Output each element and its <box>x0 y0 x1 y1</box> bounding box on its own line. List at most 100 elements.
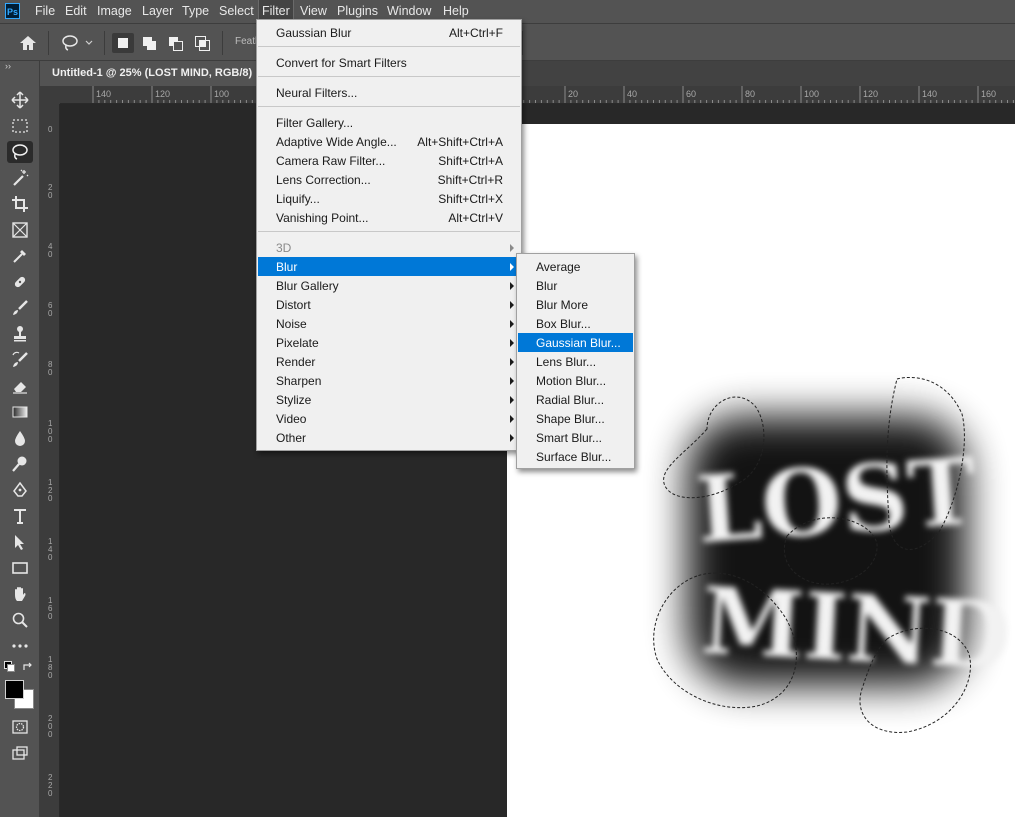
submenu-arrow-icon <box>510 396 514 404</box>
blur-item-lens-blur[interactable]: Lens Blur... <box>518 352 633 371</box>
pen-tool-icon[interactable] <box>7 479 33 501</box>
menu-separator <box>258 106 520 107</box>
blur-tool-icon[interactable] <box>7 427 33 449</box>
filter-menu-item-pixelate[interactable]: Pixelate <box>258 333 520 352</box>
filter-menu-item-vanishing-point[interactable]: Vanishing Point... Alt+Ctrl+V <box>258 208 520 227</box>
filter-menu-item-filter-gallery[interactable]: Filter Gallery... <box>258 113 520 132</box>
ruler-label: 8 0 <box>48 360 53 377</box>
ruler-label: 4 0 <box>48 242 53 259</box>
options-separator <box>222 31 223 55</box>
default-colors-icon[interactable] <box>4 661 15 672</box>
filter-menu-item-other[interactable]: Other <box>258 428 520 447</box>
filter-menu-item-render[interactable]: Render <box>258 352 520 371</box>
lasso-preset-icon[interactable] <box>60 33 96 53</box>
blur-item-gaussian-blur[interactable]: Gaussian Blur... <box>518 333 633 352</box>
filter-menu-item-stylize[interactable]: Stylize <box>258 390 520 409</box>
menu-separator <box>258 46 520 47</box>
hand-tool-icon[interactable] <box>7 583 33 605</box>
blur-item-radial-blur[interactable]: Radial Blur... <box>518 390 633 409</box>
photoshop-logo: Ps <box>5 3 20 19</box>
blur-item-blur-more[interactable]: Blur More <box>518 295 633 314</box>
filter-menu-item-convert-smart[interactable]: Convert for Smart Filters <box>258 53 520 72</box>
ruler-label: 2 0 <box>48 183 53 200</box>
rectangle-tool-icon[interactable] <box>7 557 33 579</box>
crop-tool-icon[interactable] <box>7 193 33 215</box>
ruler-label: 140 <box>922 89 938 99</box>
brush-tool-icon[interactable] <box>7 297 33 319</box>
ruler-label: 1 8 0 <box>48 655 53 680</box>
menu-select[interactable]: Select <box>219 0 254 22</box>
blur-item-blur[interactable]: Blur <box>518 276 633 295</box>
panel-collapse-icon[interactable]: ›› <box>5 61 11 71</box>
filter-menu-item-video[interactable]: Video <box>258 409 520 428</box>
filter-menu-item-last-filter[interactable]: Gaussian Blur Alt+Ctrl+F <box>258 23 520 42</box>
filter-menu-item-lens-correction[interactable]: Lens Correction... Shift+Ctrl+R <box>258 170 520 189</box>
screen-mode-icon[interactable] <box>7 742 33 764</box>
add-to-selection-icon[interactable] <box>140 33 160 53</box>
subtract-from-selection-icon[interactable] <box>166 33 186 53</box>
filter-menu-item-noise[interactable]: Noise <box>258 314 520 333</box>
ruler-label: 20 <box>568 89 579 99</box>
blur-item-average[interactable]: Average <box>518 257 633 276</box>
gradient-tool-icon[interactable] <box>7 401 33 423</box>
magic-wand-tool-icon[interactable] <box>7 167 33 189</box>
blur-item-box-blur[interactable]: Box Blur... <box>518 314 633 333</box>
menu-file[interactable]: File <box>35 0 55 22</box>
swap-colors-icon[interactable] <box>22 661 34 671</box>
eyedropper-tool-icon[interactable] <box>7 245 33 267</box>
lasso-tool-icon[interactable] <box>7 141 33 163</box>
foreground-color-swatch[interactable] <box>5 680 24 699</box>
document-tab[interactable]: Untitled-1 @ 25% (LOST MIND, RGB/8) <box>40 61 260 86</box>
submenu-arrow-icon <box>510 377 514 385</box>
blur-submenu: Average Blur Blur More Box Blur... Gauss… <box>516 253 635 469</box>
zoom-tool-icon[interactable] <box>7 609 33 631</box>
submenu-arrow-icon <box>510 263 514 271</box>
filter-menu-item-sharpen[interactable]: Sharpen <box>258 371 520 390</box>
blur-item-motion-blur[interactable]: Motion Blur... <box>518 371 633 390</box>
ruler-label: 80 <box>745 89 756 99</box>
options-separator <box>104 31 105 55</box>
intersect-selection-icon[interactable] <box>192 33 212 53</box>
filter-menu-item-liquify[interactable]: Liquify... Shift+Ctrl+X <box>258 189 520 208</box>
blur-item-smart-blur[interactable]: Smart Blur... <box>518 428 633 447</box>
healing-brush-tool-icon[interactable] <box>7 271 33 293</box>
menu-type[interactable]: Type <box>182 0 209 22</box>
filter-menu-item-distort[interactable]: Distort <box>258 295 520 314</box>
ruler-label: 120 <box>863 89 879 99</box>
eraser-tool-icon[interactable] <box>7 375 33 397</box>
menu-image[interactable]: Image <box>97 0 132 22</box>
clone-stamp-tool-icon[interactable] <box>7 323 33 345</box>
type-tool-icon[interactable] <box>7 505 33 527</box>
frame-tool-icon[interactable] <box>7 219 33 241</box>
filter-menu-item-neural-filters[interactable]: Neural Filters... <box>258 83 520 102</box>
artwork-text-mind: MIND <box>699 567 1013 691</box>
more-tools-icon[interactable] <box>7 635 33 657</box>
history-brush-tool-icon[interactable] <box>7 349 33 371</box>
ruler-label: 1 6 0 <box>48 596 53 621</box>
blur-item-shape-blur[interactable]: Shape Blur... <box>518 409 633 428</box>
ruler-label: 40 <box>627 89 638 99</box>
submenu-arrow-icon <box>510 282 514 290</box>
menu-layer[interactable]: Layer <box>142 0 173 22</box>
filter-menu-item-adaptive-wide-angle[interactable]: Adaptive Wide Angle... Alt+Shift+Ctrl+A <box>258 132 520 151</box>
filter-menu-item-blur[interactable]: Blur <box>258 257 520 276</box>
document-canvas[interactable]: LOST MIND <box>507 124 1015 817</box>
submenu-arrow-icon <box>510 434 514 442</box>
blur-item-surface-blur[interactable]: Surface Blur... <box>518 447 633 466</box>
path-selection-tool-icon[interactable] <box>7 531 33 553</box>
filter-menu-item-camera-raw[interactable]: Camera Raw Filter... Shift+Ctrl+A <box>258 151 520 170</box>
document-tab-title: Untitled-1 @ 25% (LOST MIND, RGB/8) <box>52 67 253 79</box>
ruler-label: 1 4 0 <box>48 537 53 562</box>
marquee-tool-icon[interactable] <box>7 115 33 137</box>
home-icon[interactable] <box>18 34 38 52</box>
options-separator <box>48 31 49 55</box>
move-tool-icon[interactable] <box>7 89 33 111</box>
submenu-arrow-icon <box>510 301 514 309</box>
ruler-label: 0 <box>48 125 53 134</box>
menu-edit[interactable]: Edit <box>65 0 87 22</box>
new-selection-icon[interactable] <box>112 33 134 53</box>
filter-menu-item-blur-gallery[interactable]: Blur Gallery <box>258 276 520 295</box>
dodge-tool-icon[interactable] <box>7 453 33 475</box>
quick-mask-icon[interactable] <box>7 716 33 738</box>
ruler-label: 160 <box>981 89 997 99</box>
